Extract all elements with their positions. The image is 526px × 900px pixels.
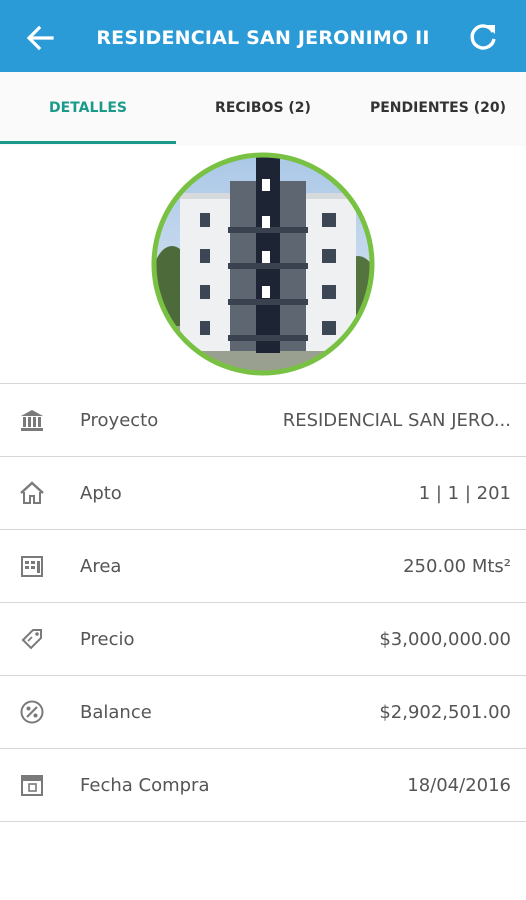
detail-value: RESIDENCIAL SAN JERO...: [282, 410, 511, 431]
list-item-fecha-compra: Fecha Compra 18/04/2016: [0, 749, 526, 822]
active-tab-indicator: [0, 141, 176, 144]
list-item-apto: Apto 1 | 1 | 201: [0, 457, 526, 530]
list-item-balance: Balance $2,902,501.00: [0, 676, 526, 749]
tab-recibos[interactable]: RECIBOS (2): [176, 72, 350, 146]
detail-value: 18/04/2016: [407, 775, 511, 796]
detail-label: Area: [80, 556, 122, 577]
list-item-proyecto: Proyecto RESIDENCIAL SAN JERO...: [0, 384, 526, 457]
price-tag-icon: [21, 629, 42, 650]
refresh-icon[interactable]: [466, 20, 500, 54]
list-item-precio: Precio $3,000,000.00: [0, 603, 526, 676]
detail-label: Fecha Compra: [80, 775, 210, 796]
detail-label: Balance: [80, 702, 152, 723]
page-title: RESIDENCIAL SAN JERONIMO II: [96, 27, 430, 49]
building-icon: [21, 556, 43, 577]
home-icon: [20, 481, 44, 504]
app-bar: RESIDENCIAL SAN JERONIMO II: [0, 0, 526, 72]
calendar-icon: [21, 775, 43, 796]
arrow-left-icon[interactable]: [22, 20, 58, 56]
bank-icon: [21, 410, 43, 431]
detail-label: Proyecto: [80, 410, 159, 431]
tab-detalles[interactable]: DETALLES: [0, 72, 176, 146]
tab-bar: DETALLES RECIBOS (2) PENDIENTES (20): [0, 72, 526, 146]
tab-pendientes[interactable]: PENDIENTES (20): [350, 72, 526, 146]
list-item-area: Area 250.00 Mts²: [0, 530, 526, 603]
percent-icon: [20, 700, 44, 724]
detail-label: Apto: [80, 483, 122, 504]
detail-value: $2,902,501.00: [379, 702, 511, 723]
details-list: Proyecto RESIDENCIAL SAN JERO... Apto 1 …: [0, 383, 526, 822]
project-photo-section: [0, 146, 526, 382]
project-photo: [151, 152, 375, 376]
detail-value: $3,000,000.00: [379, 629, 511, 650]
detail-value: 250.00 Mts²: [403, 556, 511, 577]
detail-value: 1 | 1 | 201: [418, 483, 511, 504]
detail-label: Precio: [80, 629, 135, 650]
